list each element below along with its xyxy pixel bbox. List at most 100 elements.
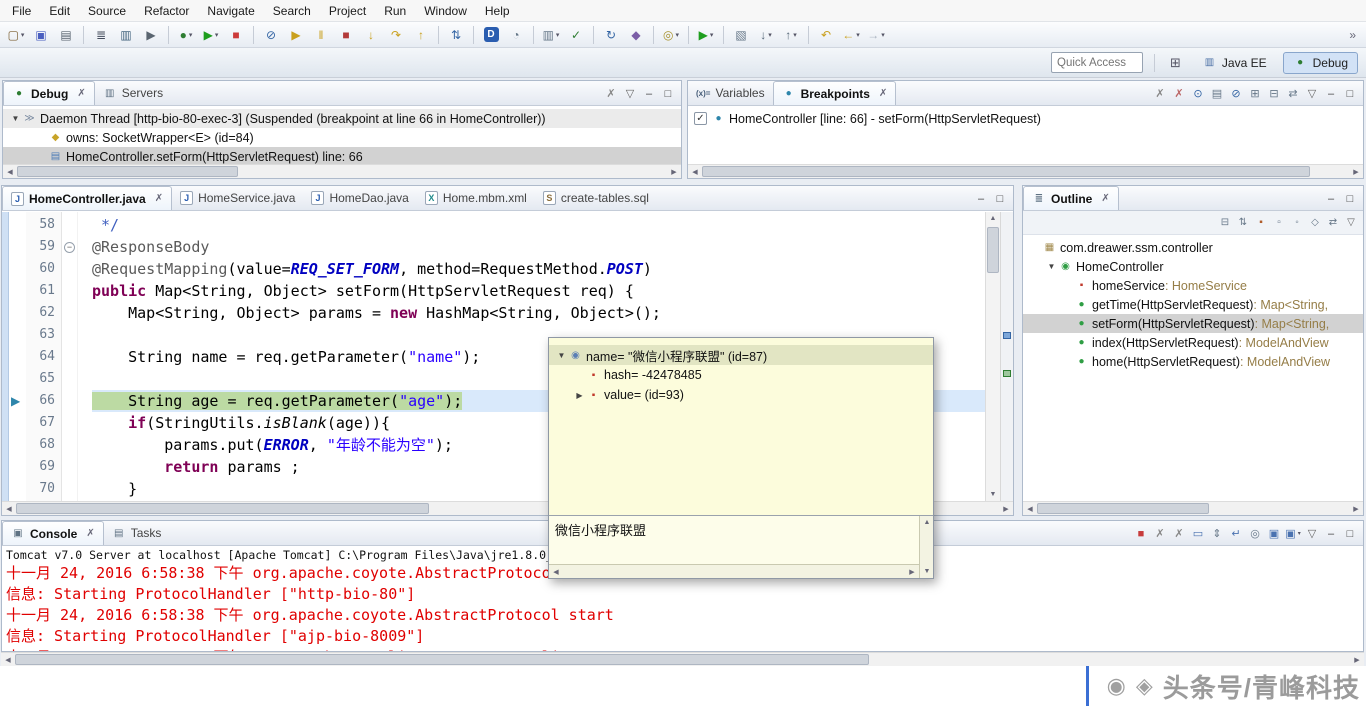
scroll-left-arrow-icon[interactable]: ◀ (3, 165, 17, 178)
outline-tree-row[interactable]: ● setForm(HttpServletRequest) : Map<Strin… (1023, 314, 1363, 333)
scroll-track[interactable] (15, 653, 1350, 666)
hide-fields-icon[interactable]: ▪ (1252, 214, 1270, 231)
remove-selected-breakpoints-icon[interactable]: ✗ (1151, 85, 1169, 102)
scroll-left-arrow-icon[interactable]: ◀ (1, 653, 15, 666)
new-wizard-icon[interactable]: ▢ ▾ (4, 25, 28, 45)
code-line[interactable]: @ResponseBody (92, 236, 985, 258)
scroll-thumb[interactable] (702, 166, 1311, 177)
dropdown-arrow-icon[interactable]: ▾ (856, 31, 860, 39)
step-return-icon[interactable]: ↑ (409, 25, 433, 45)
scroll-right-arrow-icon[interactable]: ▶ (667, 165, 681, 178)
menu-window[interactable]: Window (415, 1, 476, 21)
maximize-icon[interactable]: □ (991, 190, 1009, 207)
line-number[interactable]: 58 (26, 214, 61, 236)
annotation-cell[interactable]: ▶ (9, 390, 26, 412)
external-tools-icon[interactable]: ▶ ▾ (694, 25, 718, 45)
menu-source[interactable]: Source (79, 1, 135, 21)
previous-annotation-icon[interactable]: ↑ ▾ (779, 25, 803, 45)
scroll-thumb[interactable] (17, 166, 238, 177)
annotation-cell[interactable] (9, 456, 26, 478)
hide-non-public-members-icon[interactable]: ◦ (1288, 214, 1306, 231)
tab-homecontroller-java[interactable]: J HomeController.java ✗ (2, 186, 173, 210)
install-icon[interactable]: ◆ (624, 25, 648, 45)
suspend-icon[interactable]: ‖ (309, 25, 333, 45)
dropdown-arrow-icon[interactable]: ▾ (768, 31, 772, 39)
dropdown-arrow-icon[interactable]: ▾ (881, 31, 885, 39)
inspect-row[interactable]: ▪ hash= -42478485 (549, 365, 933, 385)
dropdown-arrow-icon[interactable]: ▾ (710, 31, 714, 39)
annotation-cell[interactable] (9, 434, 26, 456)
inspect-detail-hscroll[interactable]: ◀ ▶ (549, 564, 919, 578)
scroll-left-arrow-icon[interactable]: ◀ (2, 502, 16, 515)
menu-project[interactable]: Project (320, 1, 375, 21)
close-icon[interactable]: ✗ (77, 88, 85, 99)
annotation-cell[interactable] (9, 346, 26, 368)
dropdown-arrow-icon[interactable]: ▾ (675, 31, 679, 39)
inspect-detail-text[interactable]: 微信小程序联盟 (549, 516, 919, 564)
minimize-icon[interactable]: – (1322, 525, 1340, 542)
show-supported-breakpoints-icon[interactable]: ⊙ (1189, 85, 1207, 102)
next-annotation-icon[interactable]: ↓ ▾ (754, 25, 778, 45)
tab-breakpoints[interactable]: ● Breakpoints ✗ (772, 81, 897, 105)
inspect-row[interactable]: ▶ ▪ value= (id=93) (549, 385, 933, 405)
outline-tree-row[interactable]: ▪ homeService : HomeService (1023, 276, 1363, 295)
print-icon[interactable]: ▤ (54, 25, 78, 45)
line-number-ruler[interactable]: 58 59 60 61 62 63 64 65 66 67 68 69 70 (26, 212, 62, 501)
scroll-left-arrow-icon[interactable]: ◀ (688, 165, 702, 178)
inspect-row[interactable]: ▼ ◉ name= "微信小程序联盟" (id=87) (549, 345, 933, 365)
fold-cell[interactable]: − (62, 236, 77, 258)
selection-mode-icon[interactable]: ▶ (139, 25, 163, 45)
menu-help[interactable]: Help (476, 1, 519, 21)
search-icon[interactable]: ◎ ▾ (659, 25, 683, 45)
terminate-icon[interactable]: ■ (334, 25, 358, 45)
scroll-right-arrow-icon[interactable]: ▶ (1349, 165, 1363, 178)
expand-all-icon[interactable]: ⊞ (1246, 85, 1264, 102)
inspect-detail-vscroll[interactable]: ▲ ▼ (919, 516, 933, 578)
minimize-icon[interactable]: – (1322, 190, 1340, 207)
fold-cell[interactable] (62, 258, 77, 280)
junit-icon[interactable]: ✓ (564, 25, 588, 45)
debug-hscroll[interactable]: ◀ ▶ (3, 164, 681, 178)
remove-all-terminated-icon[interactable]: ✗ (1170, 525, 1188, 542)
scroll-track[interactable] (1037, 502, 1349, 515)
tab-outline[interactable]: ≣ Outline ✗ (1023, 186, 1119, 210)
view-menu-icon[interactable]: ▽ (621, 85, 639, 102)
line-number[interactable]: 60 (26, 258, 61, 280)
line-number[interactable]: 63 (26, 324, 61, 346)
scroll-right-arrow-icon[interactable]: ▶ (999, 502, 1013, 515)
scroll-thumb[interactable] (987, 227, 999, 273)
line-number[interactable]: 66 (26, 390, 61, 412)
line-number[interactable]: 67 (26, 412, 61, 434)
sash-top-middle[interactable] (0, 179, 1366, 185)
collapse-icon[interactable]: − (64, 241, 75, 253)
tab-variables[interactable]: (x)= Variables (688, 81, 773, 105)
sash-debug-breakpoints[interactable] (682, 80, 687, 179)
scroll-up-arrow-icon[interactable]: ▲ (920, 516, 934, 529)
outline-tree-row[interactable]: ▦ com.dreawer.ssm.controller (1023, 238, 1363, 257)
maximize-icon[interactable]: □ (659, 85, 677, 102)
display-selected-console-icon[interactable]: ▣ (1265, 525, 1283, 542)
scroll-left-arrow-icon[interactable]: ◀ (549, 565, 563, 578)
line-number[interactable]: 59 (26, 236, 61, 258)
outline-tree-row[interactable]: ● index(HttpServletRequest) : ModelAndVie… (1023, 333, 1363, 352)
resume-icon[interactable]: ▶ (284, 25, 308, 45)
scroll-right-arrow-icon[interactable]: ▶ (1349, 502, 1363, 515)
minimize-icon[interactable]: – (1322, 85, 1340, 102)
view-menu-icon[interactable]: ▽ (1303, 525, 1321, 542)
fold-cell[interactable] (62, 368, 77, 390)
annotation-cell[interactable] (9, 258, 26, 280)
menu-run[interactable]: Run (375, 1, 415, 21)
scroll-lock-icon[interactable]: ⇕ (1208, 525, 1226, 542)
terminate-icon[interactable]: ■ (1132, 525, 1150, 542)
debug-tree-row[interactable]: ▼ ≫ Daemon Thread [http-bio-80-exec-3] (Su… (3, 109, 681, 128)
forward-icon[interactable]: → ▾ (864, 25, 888, 45)
step-filters-icon[interactable]: ⇅ (444, 25, 468, 45)
derby-icon[interactable]: D (479, 25, 503, 45)
hide-local-types-icon[interactable]: ◇ (1306, 214, 1324, 231)
tab-console[interactable]: ▣ Console ✗ (2, 521, 104, 545)
refresh-icon[interactable]: ↻ (599, 25, 623, 45)
annotation-ruler[interactable]: ▶ (9, 212, 26, 501)
breakpoint-checkbox[interactable]: ✓ (694, 112, 707, 125)
tab-servers[interactable]: ▥ Servers (95, 81, 171, 105)
annotation-cell[interactable] (9, 368, 26, 390)
